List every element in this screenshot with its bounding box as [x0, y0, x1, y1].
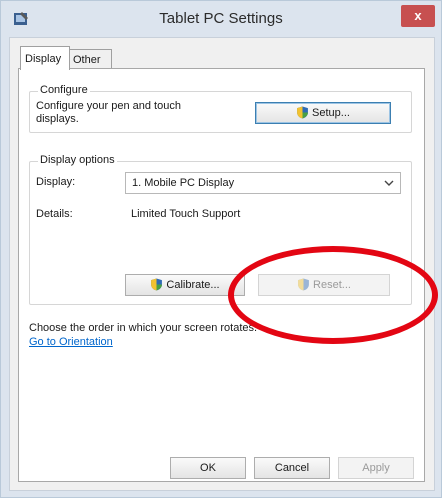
configure-group: Configure Configure your pen and touch d… — [29, 84, 412, 133]
title-bar[interactable]: Tablet PC Settings x — [1, 1, 441, 37]
orientation-text: Choose the order in which your screen ro… — [29, 322, 258, 334]
cancel-button[interactable]: Cancel — [254, 457, 330, 479]
calibrate-button[interactable]: Calibrate... — [125, 274, 245, 296]
display-select-value: 1. Mobile PC Display — [132, 177, 235, 189]
uac-shield-icon — [151, 278, 163, 291]
cancel-button-label: Cancel — [274, 462, 310, 474]
setup-button-label: Setup... — [312, 107, 350, 119]
reset-button-label: Reset... — [313, 279, 351, 291]
dialog-body: Display Other Configure Configure your p… — [9, 37, 435, 491]
apply-button-label: Apply — [362, 462, 390, 474]
configure-description: Configure your pen and touch displays. — [36, 100, 181, 125]
tab-display[interactable]: Display — [20, 46, 70, 70]
display-options-legend: Display options — [38, 154, 117, 166]
uac-shield-icon — [297, 106, 308, 119]
go-to-orientation-link[interactable]: Go to Orientation — [29, 336, 113, 348]
close-button[interactable]: x — [401, 5, 435, 27]
chevron-down-icon — [384, 180, 394, 186]
uac-shield-icon — [298, 278, 309, 291]
apply-button[interactable]: Apply — [338, 457, 414, 479]
configure-legend: Configure — [38, 84, 90, 96]
ok-button-label: OK — [200, 462, 216, 474]
setup-button[interactable]: Setup... — [255, 102, 391, 124]
close-icon: x — [414, 8, 422, 23]
details-label: Details: — [36, 208, 73, 220]
calibrate-button-label: Calibrate... — [166, 279, 220, 291]
display-select[interactable]: 1. Mobile PC Display — [125, 172, 401, 194]
reset-button[interactable]: Reset... — [258, 274, 390, 296]
display-tab-panel: Configure Configure your pen and touch d… — [18, 68, 425, 482]
display-options-group: Display options Display: 1. Mobile PC Di… — [29, 154, 412, 305]
tab-other[interactable]: Other — [68, 49, 112, 70]
window-title: Tablet PC Settings — [159, 10, 283, 27]
display-label: Display: — [36, 176, 76, 188]
details-value: Limited Touch Support — [131, 208, 241, 220]
tablet-pc-settings-window: Tablet PC Settings x Display Other Confi… — [0, 0, 442, 498]
ok-button[interactable]: OK — [170, 457, 246, 479]
